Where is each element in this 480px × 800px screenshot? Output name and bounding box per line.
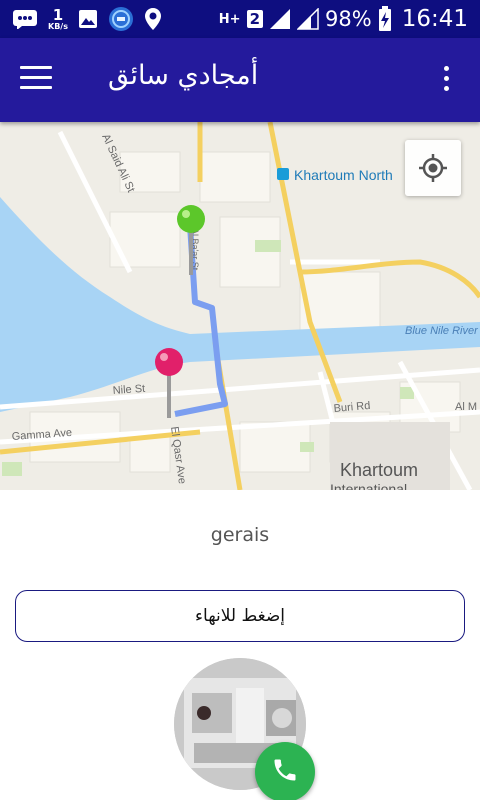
phone-icon bbox=[271, 756, 299, 788]
finish-trip-button[interactable]: إضغط للانهاء bbox=[15, 590, 465, 642]
network-type: H+ bbox=[218, 11, 241, 27]
location-icon bbox=[144, 7, 162, 31]
message-icon bbox=[12, 9, 38, 29]
map-label-khartoum: Khartoum bbox=[340, 460, 418, 480]
call-button[interactable] bbox=[255, 742, 315, 800]
my-location-icon bbox=[418, 153, 448, 183]
net-speed: 1 KB/s bbox=[48, 5, 68, 31]
battery-percent: 98% bbox=[325, 7, 372, 31]
my-location-button[interactable] bbox=[405, 140, 461, 196]
battery-charging-icon bbox=[378, 6, 392, 32]
map-label-al-m: Al M bbox=[455, 401, 477, 413]
page-title: أمجادي سائق bbox=[108, 60, 259, 91]
net-speed-value: 1 bbox=[52, 5, 64, 24]
app-notification-icon bbox=[108, 6, 134, 32]
image-icon bbox=[78, 9, 98, 29]
more-vert-icon[interactable] bbox=[444, 66, 450, 94]
clock: 16:41 bbox=[401, 6, 468, 32]
signal-icon bbox=[297, 8, 319, 30]
menu-icon[interactable] bbox=[20, 66, 52, 94]
map-label-international: International bbox=[330, 481, 407, 490]
signal-icon bbox=[269, 8, 291, 30]
map-label-blue-nile: Blue Nile River bbox=[405, 325, 479, 337]
sim-slot-badge: 2 bbox=[246, 10, 264, 28]
status-bar: 1 KB/s H+ 2 98% 16:41 bbox=[0, 0, 480, 38]
map-view[interactable]: Al Said Ali St Al Ba'ar St Blue Nile Riv… bbox=[0, 122, 480, 490]
app-bar: أمجادي سائق bbox=[0, 38, 480, 122]
driver-name: gerais bbox=[210, 524, 270, 546]
net-speed-unit: KB/s bbox=[48, 21, 68, 31]
map-label-khartoum-north: Khartoum North bbox=[294, 167, 393, 183]
transit-icon bbox=[277, 168, 289, 180]
map-label-nile-st: Nile St bbox=[112, 383, 145, 397]
